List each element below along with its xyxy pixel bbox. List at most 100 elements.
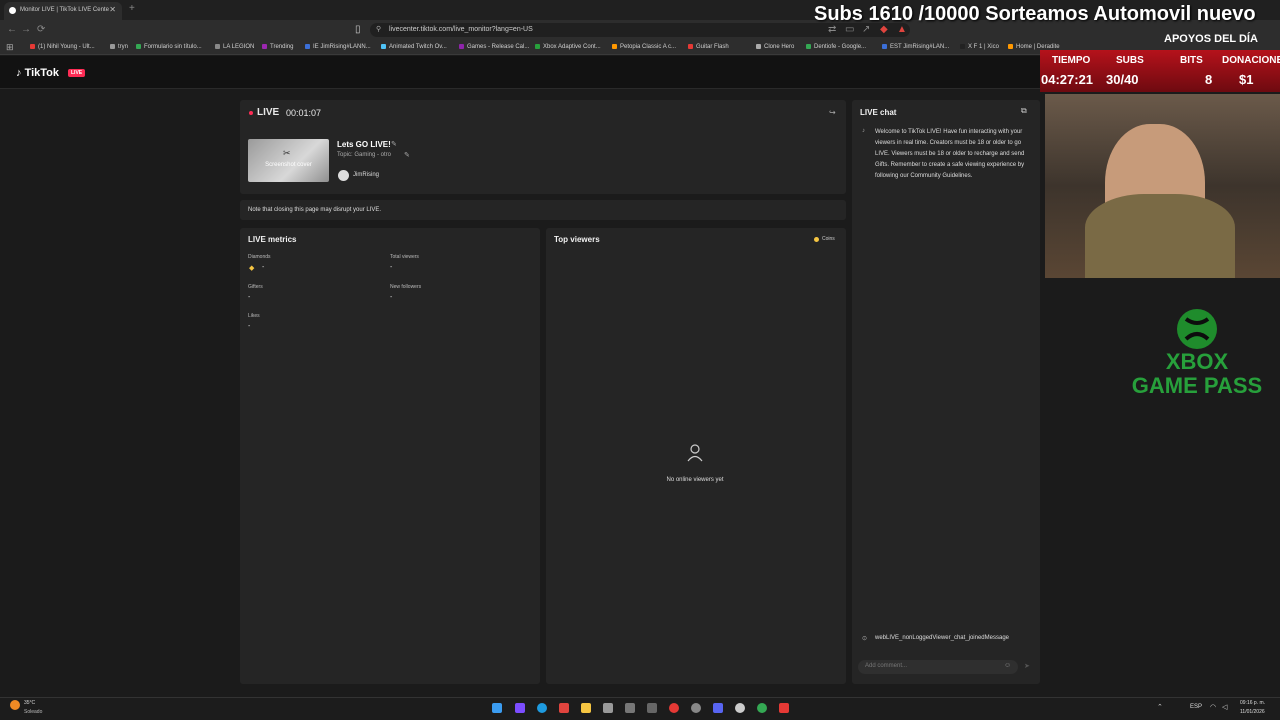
live-chat-panel — [852, 100, 1040, 684]
new-tab-icon[interactable]: + — [129, 3, 135, 14]
site-info-icon[interactable]: ⚲ — [376, 25, 381, 33]
url-text: livecenter.tiktok.com/live_monitor?lang=… — [389, 26, 533, 33]
settings-icon[interactable] — [691, 703, 701, 713]
chevron-up-icon[interactable]: ⌃ — [1157, 703, 1163, 711]
bookmark-icon[interactable]: ▯ — [355, 24, 361, 35]
edit-topic-icon[interactable]: ✎ — [404, 151, 410, 159]
send-icon[interactable]: ➤ — [1024, 662, 1030, 670]
file-explorer-icon[interactable] — [581, 703, 591, 713]
apps-grid-icon[interactable]: ⊞ — [6, 42, 14, 53]
stat-label: TIEMPO — [1052, 55, 1091, 66]
chat-welcome-message: Welcome to TikTok LIVE! Have fun interac… — [875, 129, 1025, 179]
taskbar-app-icon[interactable] — [779, 703, 789, 713]
system-icon: ⊙ — [862, 636, 868, 642]
live-topic: Topic: Gaming - otro — [337, 152, 392, 158]
chrome-icon[interactable] — [757, 703, 767, 713]
comment-placeholder: Add comment... — [865, 663, 908, 669]
notice-text: Note that closing this page may disrupt … — [248, 207, 382, 213]
diamond-icon: ◆ — [249, 265, 255, 272]
live-indicator-dot — [249, 111, 253, 115]
reload-icon[interactable]: ⟳ — [37, 24, 45, 35]
sponsor-text: XBOX GAME PASS — [1131, 349, 1263, 398]
live-badge: LIVE — [68, 69, 86, 77]
taskbar-app-icon[interactable] — [515, 703, 525, 713]
language-indicator[interactable]: ESP — [1190, 704, 1202, 710]
bookmark-item[interactable]: EST JimRising#LAN... — [882, 44, 949, 50]
bookmark-item[interactable]: (1) Nihil Young - Ult... — [30, 44, 95, 50]
user-icon — [687, 444, 703, 462]
scissors-icon: ✂ — [283, 148, 291, 158]
live-status-label: LIVE — [257, 107, 280, 118]
screenshot-cover-image[interactable] — [248, 139, 329, 182]
metrics-title: LIVE metrics — [248, 235, 297, 244]
cover-label: Screenshot cover — [265, 162, 312, 168]
stat-label: BITS — [1180, 55, 1203, 66]
edit-title-icon[interactable]: ✎ — [391, 140, 397, 148]
stat-value: $1 — [1239, 72, 1254, 87]
taskbar-app-icon[interactable] — [735, 703, 745, 713]
coin-icon — [814, 237, 819, 242]
emoji-icon[interactable]: ☺ — [1004, 662, 1011, 669]
forward-icon[interactable]: → — [21, 24, 31, 35]
xbox-logo-icon — [1177, 309, 1217, 349]
bookmark-item[interactable]: Guitar Flash — [688, 44, 729, 50]
bookmark-item[interactable]: Games - Release Cal... — [459, 44, 529, 50]
metric-value: - — [262, 264, 265, 271]
bookmark-item[interactable]: Dentiofe - Google... — [806, 44, 866, 50]
start-icon[interactable] — [492, 703, 502, 713]
share-icon[interactable]: ↪ — [829, 108, 836, 117]
metric-label: Diamonds — [248, 254, 271, 260]
coins-filter[interactable]: Coins — [822, 236, 835, 242]
overlay-apoyos-label: APOYOS DEL DÍA — [1164, 33, 1258, 45]
stream-overlay-title: Subs 1610 /10000 Sorteamos Automovil nue… — [814, 3, 1256, 25]
bookmark-item[interactable]: Trending — [262, 44, 293, 50]
weather-desc: Soleado — [24, 709, 43, 715]
wifi-icon[interactable]: ◠ — [1210, 703, 1216, 711]
bookmark-item[interactable]: Clone Hero — [756, 44, 794, 50]
chat-system-message: webLIVE_nonLoggedViewer_chat_joinedMessa… — [875, 635, 1009, 641]
discord-icon[interactable] — [713, 703, 723, 713]
stat-label: DONACIONES — [1222, 55, 1280, 66]
tiktok-logo[interactable]: ♪ TikTok — [16, 67, 59, 79]
webcam-feed — [1045, 94, 1280, 278]
bookmark-item[interactable]: LA LEGION — [215, 44, 254, 50]
clock-time[interactable]: 09:16 p. m. — [1240, 700, 1265, 706]
bookmark-item[interactable]: Formulario sin título... — [136, 44, 202, 50]
metric-label: New followers — [390, 284, 422, 290]
bookmark-item[interactable]: X F 1 | Xico — [960, 44, 999, 50]
host-name: JimRising — [353, 172, 380, 178]
live-title: Lets GO LIVE! — [337, 140, 391, 149]
browser-tab[interactable]: Monitor LIVE | TikTok LIVE Cente ✕ — [4, 2, 122, 20]
metric-value: - — [248, 323, 251, 330]
close-tab-icon[interactable]: ✕ — [109, 5, 116, 14]
taskbar-app-icon[interactable] — [669, 703, 679, 713]
bookmark-item[interactable]: Petopia Classic A c... — [612, 44, 676, 50]
tab-title: Monitor LIVE | TikTok LIVE Cente — [20, 7, 109, 13]
bookmark-item[interactable]: tryn — [110, 44, 128, 50]
weather-icon[interactable] — [10, 700, 20, 710]
stat-value: 8 — [1205, 72, 1213, 87]
taskbar-app-icon[interactable] — [625, 703, 635, 713]
top-viewers-title: Top viewers — [554, 235, 600, 244]
weather-temp: 35°C — [24, 700, 36, 706]
back-icon[interactable]: ← — [7, 24, 17, 35]
tiktok-favicon-icon — [9, 7, 16, 14]
metric-value: - — [248, 294, 251, 301]
bookmark-item[interactable]: Animated Twitch Ov... — [381, 44, 447, 50]
no-viewers-text: No online viewers yet — [666, 477, 724, 483]
metric-label: Likes — [248, 313, 260, 319]
windows-taskbar — [0, 697, 1280, 720]
popout-icon[interactable]: ⧉ — [1021, 106, 1027, 116]
brave-icon[interactable] — [559, 703, 569, 713]
bookmark-item[interactable]: Xbox Adaptive Cont... — [535, 44, 601, 50]
taskbar-app-icon[interactable] — [603, 703, 613, 713]
edge-icon[interactable] — [537, 703, 547, 713]
stat-value: 30/40 — [1106, 72, 1139, 87]
stat-value: 04:27:21 — [1041, 72, 1094, 87]
taskbar-app-icon[interactable] — [647, 703, 657, 713]
volume-icon[interactable]: ◁ — [1222, 703, 1227, 711]
bookmark-item[interactable]: IE JimRising#LANN... — [305, 44, 371, 50]
info-icon: ♪ — [862, 128, 865, 134]
clock-date[interactable]: 11/01/2026 — [1240, 709, 1265, 715]
live-timer: 00:01:07 — [286, 108, 322, 118]
